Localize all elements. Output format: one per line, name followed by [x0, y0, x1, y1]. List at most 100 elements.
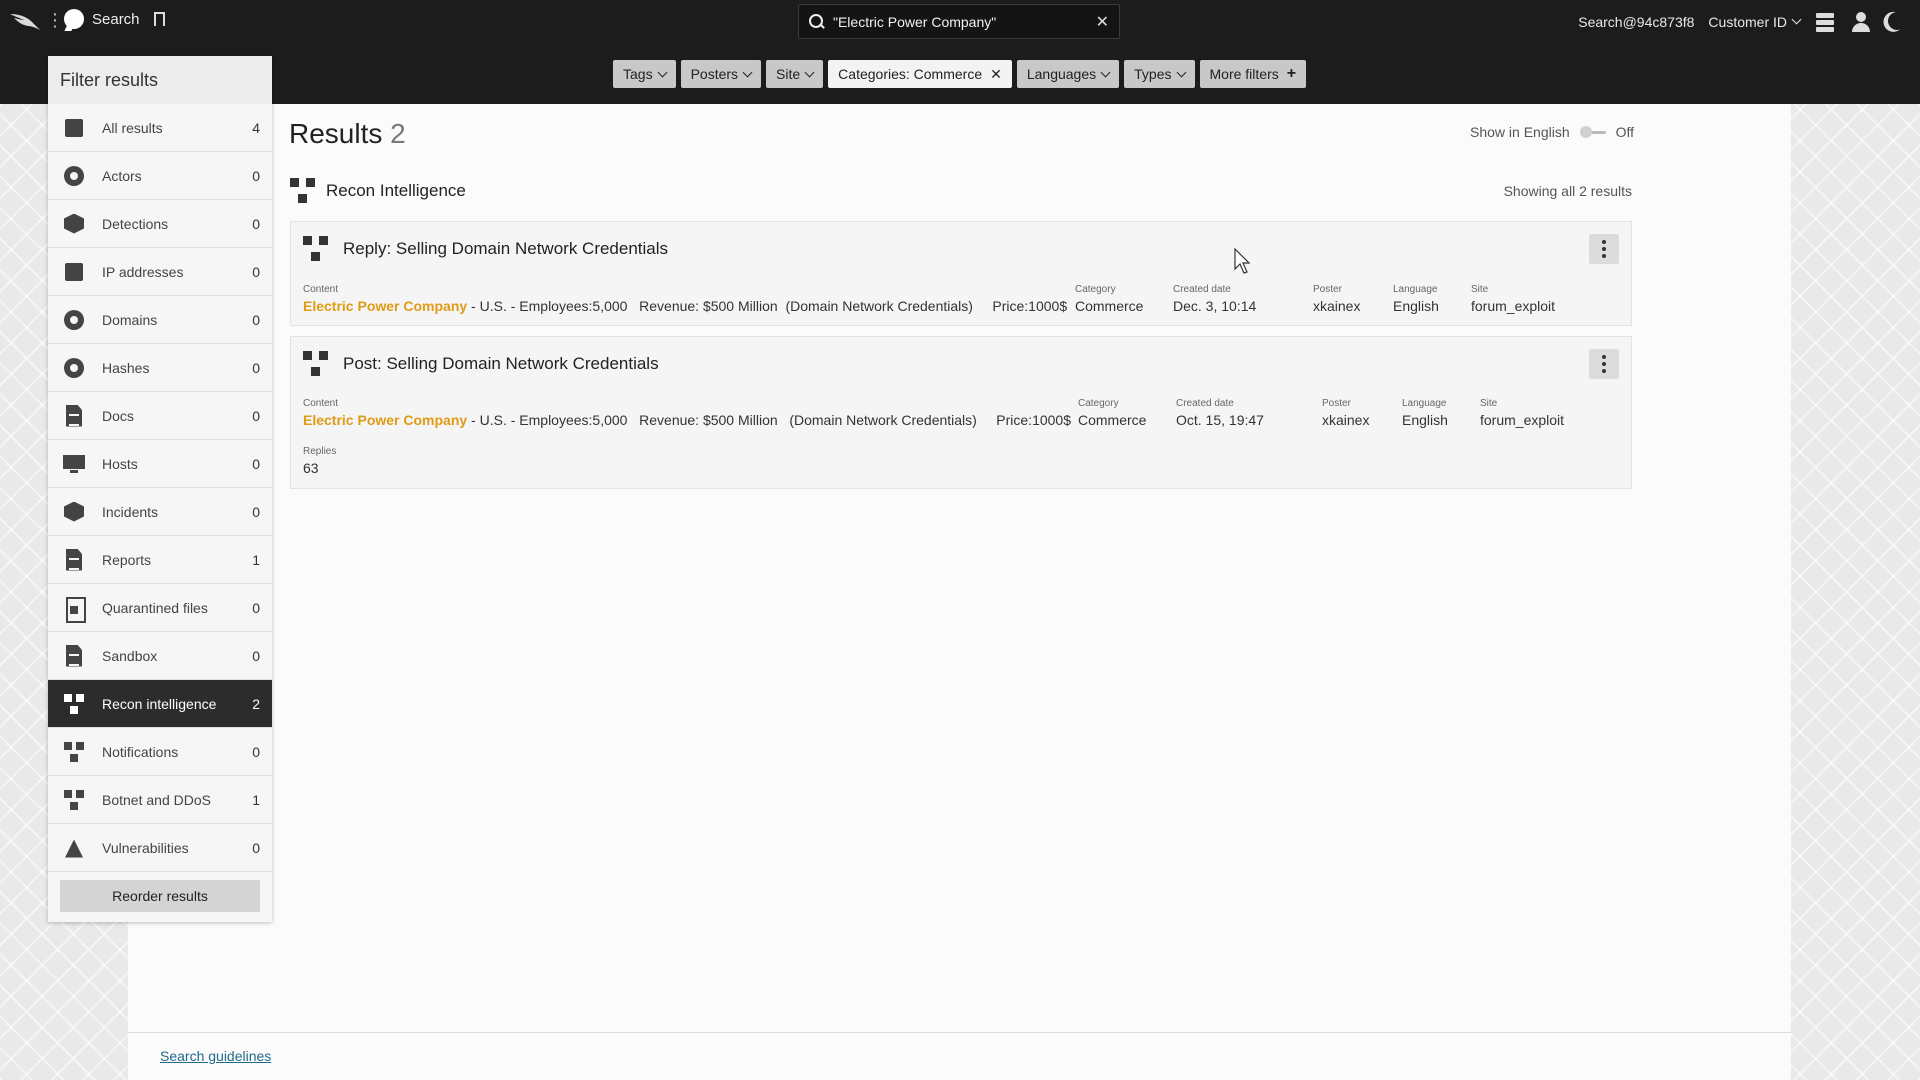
results-title-label: Results — [289, 118, 383, 149]
language-field: Language English — [1402, 398, 1448, 428]
field-value: 63 — [303, 460, 319, 476]
filter-label: Categories: Commerce — [838, 66, 983, 82]
filter-bar: Tags Posters Site Categories: Commerce ✕ … — [613, 60, 1307, 88]
sidebar-item-incidents[interactable]: Incidents 0 — [48, 488, 272, 536]
actor-mask-icon — [62, 164, 86, 188]
customer-id-dropdown[interactable]: Customer ID — [1708, 14, 1802, 30]
dark-mode-icon[interactable] — [1886, 11, 1908, 33]
bookmark-icon[interactable] — [153, 12, 165, 31]
sidebar-item-quarantined-files[interactable]: Quarantined files 0 — [48, 584, 272, 632]
filter-languages[interactable]: Languages — [1016, 60, 1120, 88]
sidebar-item-label: Notifications — [102, 743, 179, 760]
sidebar-item-sandbox[interactable]: Sandbox 0 — [48, 632, 272, 680]
footer-divider — [128, 1032, 1791, 1033]
site-field: Site forum_exploit — [1471, 284, 1555, 314]
sidebar-item-ip-addresses[interactable]: IP addresses 0 — [48, 248, 272, 296]
card-title-text[interactable]: Post: Selling Domain Network Credentials — [343, 354, 659, 374]
sidebar-item-recon-intelligence[interactable]: Recon intelligence 2 — [48, 680, 272, 728]
filter-label: Posters — [690, 66, 739, 82]
sidebar-item-label: Hashes — [102, 359, 150, 376]
account-name: Search@94c873f8 — [1578, 14, 1695, 30]
site-field: Site forum_exploit — [1480, 398, 1564, 428]
sidebar-item-all-results[interactable]: All results 4 — [48, 104, 272, 152]
customer-id-label: Customer ID — [1708, 14, 1787, 30]
sidebar-item-label: Vulnerabilities — [102, 839, 189, 856]
field-value: forum_exploit — [1471, 298, 1556, 314]
sidebar-item-label: Domains — [102, 311, 158, 328]
chevron-down-icon — [804, 67, 815, 77]
sidebar-item-label: Quarantined files — [102, 599, 208, 616]
sidebar-item-label: Botnet and DDoS — [102, 791, 211, 808]
card-title: Reply: Selling Domain Network Credential… — [303, 236, 668, 262]
sidebar-item-count: 2 — [252, 695, 260, 712]
field-label: Language — [1402, 398, 1447, 409]
filter-categories[interactable]: Categories: Commerce ✕ — [828, 60, 1012, 88]
filter-tags[interactable]: Tags — [613, 60, 676, 88]
sidebar-item-hosts[interactable]: Hosts 0 — [48, 440, 272, 488]
field-label: Site — [1471, 284, 1489, 295]
show-english-state: Off — [1615, 124, 1635, 140]
sidebar-item-notifications[interactable]: Notifications 0 — [48, 728, 272, 776]
sidebar-item-hashes[interactable]: Hashes 0 — [48, 344, 272, 392]
show-english-toggle[interactable] — [1579, 125, 1606, 139]
sidebar-item-botnet-ddos[interactable]: Botnet and DDoS 1 — [48, 776, 272, 824]
sidebar-item-reports[interactable]: Reports 1 — [48, 536, 272, 584]
result-card[interactable]: Reply: Selling Domain Network Credential… — [290, 221, 1632, 326]
field-label: Created date — [1176, 398, 1234, 409]
filter-site[interactable]: Site — [766, 60, 824, 88]
more-options-icon[interactable] — [1589, 234, 1619, 264]
content-highlight: Electric Power Company — [303, 298, 468, 314]
sidebar-item-label: Actors — [102, 167, 142, 184]
card-title: Post: Selling Domain Network Credentials — [303, 351, 659, 377]
category-field: Category Commerce — [1075, 284, 1143, 314]
filter-posters[interactable]: Posters — [680, 60, 762, 88]
sidebar-item-domains[interactable]: Domains 0 — [48, 296, 272, 344]
filter-label: Tags — [623, 66, 653, 82]
sidebar-item-count: 1 — [252, 551, 260, 568]
page-title: Results 2 — [289, 118, 406, 150]
sidebar-item-count: 0 — [252, 839, 260, 856]
stacks-icon[interactable] — [1814, 11, 1836, 33]
created-date-field: Created date Dec. 3, 10:14 — [1173, 284, 1256, 314]
remove-filter-icon[interactable]: ✕ — [990, 66, 1002, 83]
falcon-logo-icon[interactable] — [8, 8, 42, 34]
filter-more[interactable]: More filters + — [1199, 60, 1307, 88]
field-label: Category — [1075, 284, 1116, 295]
reorder-results-button[interactable]: Reorder results — [60, 880, 260, 912]
content-text: - U.S. - Employees:5,000 Revenue: $500 M… — [467, 298, 1068, 314]
more-options-icon[interactable] — [1589, 349, 1619, 379]
sidebar-item-label: Reports — [102, 551, 152, 568]
user-icon[interactable] — [1850, 11, 1872, 33]
sidebar-list: All results 4 Actors 0 Detections 0 IP a… — [48, 104, 272, 872]
field-label: Language — [1393, 284, 1438, 295]
language-field: Language English — [1393, 284, 1439, 314]
sidebar-item-docs[interactable]: Docs 0 — [48, 392, 272, 440]
filter-types[interactable]: Types — [1124, 60, 1195, 88]
recon-icon — [303, 236, 329, 262]
created-date-field: Created date Oct. 15, 19:47 — [1176, 398, 1264, 428]
sidebar-item-label: All results — [102, 119, 163, 136]
sidebar-item-actors[interactable]: Actors 0 — [48, 152, 272, 200]
category-field: Category Commerce — [1078, 398, 1146, 428]
showing-count: Showing all 2 results — [1503, 183, 1632, 199]
apps-menu-icon[interactable]: ⋮ — [46, 11, 64, 29]
field-value: Electric Power Company - U.S. - Employee… — [303, 298, 1067, 314]
sidebar-item-count: 0 — [252, 407, 260, 424]
clear-search-icon[interactable]: ✕ — [1096, 12, 1109, 32]
field-value: forum_exploit — [1480, 412, 1565, 428]
field-label: Poster — [1313, 284, 1342, 295]
search-guidelines-link[interactable]: Search guidelines — [160, 1048, 271, 1064]
result-card[interactable]: Post: Selling Domain Network Credentials… — [290, 336, 1632, 489]
sidebar-item-count: 0 — [252, 215, 260, 232]
globe-icon — [62, 308, 86, 332]
sidebar-item-detections[interactable]: Detections 0 — [48, 200, 272, 248]
search-input[interactable] — [833, 13, 1090, 30]
card-title-text[interactable]: Reply: Selling Domain Network Credential… — [343, 239, 668, 259]
replies-field: Replies 63 — [303, 446, 336, 476]
field-label: Poster — [1322, 398, 1351, 409]
search-nav[interactable]: Search — [64, 9, 165, 31]
sidebar-item-vulnerabilities[interactable]: Vulnerabilities 0 — [48, 824, 272, 872]
chevron-down-icon — [1791, 14, 1802, 25]
field-label: Site — [1480, 398, 1498, 409]
results-count: 2 — [390, 118, 406, 149]
